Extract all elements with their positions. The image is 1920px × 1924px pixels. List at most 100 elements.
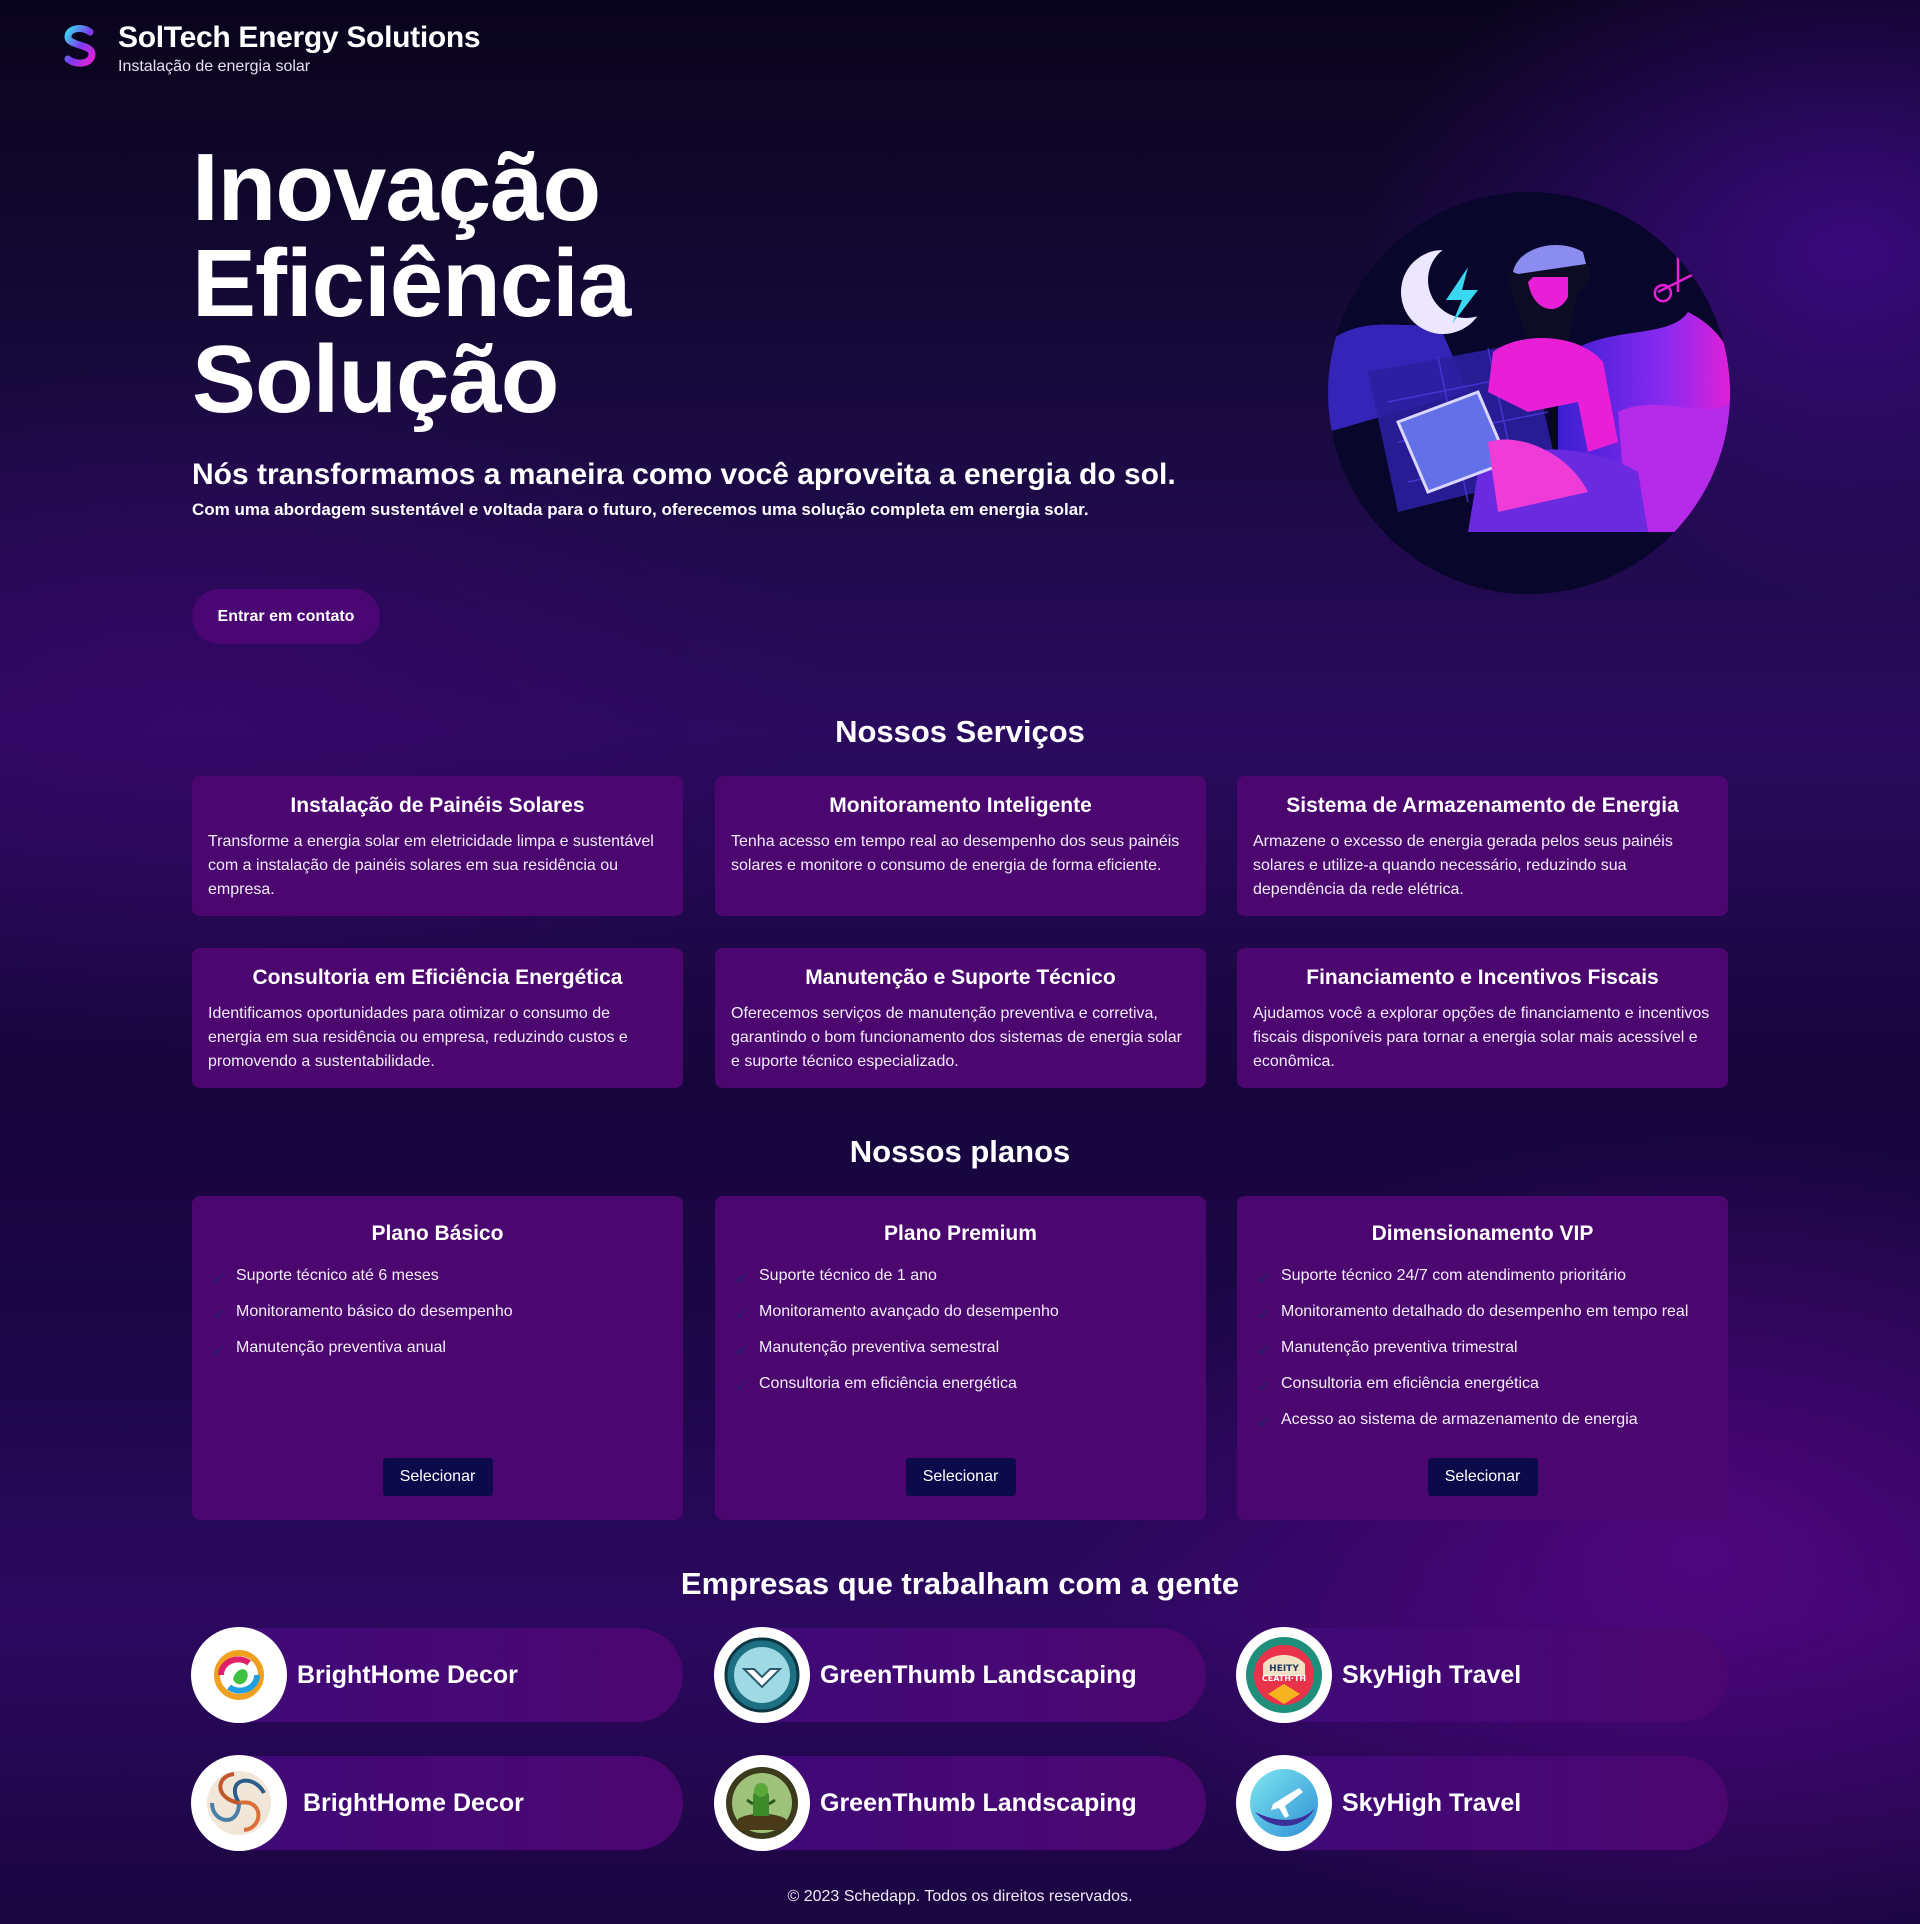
plan-card-vip: Dimensionamento VIP ✔ Suporte técnico 24/…: [1237, 1196, 1728, 1520]
check-icon: ✔: [1257, 1415, 1271, 1432]
partner-card[interactable]: BrightHome Decor: [191, 1755, 683, 1851]
brand-block: SolTech Energy Solutions Instalação de e…: [118, 20, 481, 76]
plan-feature-text: Consultoria em eficiência energética: [759, 1375, 1017, 1392]
partner-name: GreenThumb Landscaping: [820, 1660, 1137, 1689]
hero-title-line: Solução: [192, 326, 559, 433]
partner-card[interactable]: HEITY CEATH·TH SkyHigh Travel: [1236, 1627, 1728, 1723]
plan-feature: ✔ Suporte técnico de 1 ano: [735, 1264, 1186, 1292]
partner-card[interactable]: SkyHigh Travel: [1236, 1755, 1728, 1851]
plan-features: ✔ Suporte técnico 24/7 com atendimento pr…: [1257, 1264, 1708, 1436]
select-plan-button[interactable]: Selecionar: [905, 1458, 1016, 1496]
check-icon: ✔: [1257, 1271, 1271, 1288]
check-icon: ✔: [1257, 1379, 1271, 1396]
check-icon: ✔: [735, 1379, 749, 1396]
plan-feature-text: Suporte técnico 24/7 com atendimento pri…: [1281, 1267, 1627, 1284]
plan-feature-text: Suporte técnico de 1 ano: [759, 1267, 937, 1284]
plan-feature: ✔ Suporte técnico até 6 meses: [212, 1264, 663, 1292]
check-icon: ✔: [1257, 1343, 1271, 1360]
contact-button[interactable]: Entrar em contato: [192, 589, 380, 644]
plan-card-basic: Plano Básico ✔ Suporte técnico até 6 mese…: [192, 1196, 683, 1520]
service-text: Oferecemos serviços de manutenção preven…: [731, 1005, 1182, 1070]
partner-name: BrightHome Decor: [303, 1788, 524, 1817]
swirl-leaf-logo-icon: [191, 1627, 287, 1723]
partner-name: GreenThumb Landscaping: [820, 1788, 1137, 1817]
partner-card[interactable]: GreenThumb Landscaping: [714, 1755, 1206, 1851]
services-title: Nossos Serviços: [835, 714, 1085, 749]
service-title: Consultoria em Eficiência Energética: [252, 966, 623, 989]
partner-name: BrightHome Decor: [297, 1660, 518, 1689]
hero-description: Com uma abordagem sustentável e voltada …: [192, 500, 1089, 519]
plan-feature: ✔ Monitoramento básico do desempenho: [212, 1300, 663, 1328]
footer-copyright: © 2023 Schedapp. Todos os direitos reser…: [787, 1888, 1133, 1905]
plan-title: Plano Premium: [884, 1222, 1037, 1245]
plan-feature-text: Monitoramento avançado do desempenho: [759, 1303, 1059, 1320]
plans-title: Nossos planos: [849, 1134, 1071, 1169]
service-text: Identificamos oportunidades para otimiza…: [208, 1005, 628, 1070]
partner-card[interactable]: GreenThumb Landscaping: [714, 1627, 1206, 1723]
check-icon: ✔: [212, 1343, 226, 1360]
service-card: Manutenção e Suporte Técnico Oferecemos …: [715, 948, 1206, 1088]
plant-figure-logo-icon: [714, 1755, 810, 1851]
service-text: Transforme a energia solar em eletricida…: [208, 833, 654, 898]
service-title: Instalação de Painéis Solares: [290, 794, 585, 817]
check-icon: ✔: [735, 1307, 749, 1324]
service-text: Tenha acesso em tempo real ao desempenho…: [731, 833, 1180, 874]
healthy-badge-logo-icon: HEITY CEATH·TH: [1236, 1627, 1332, 1723]
check-icon: ✔: [735, 1343, 749, 1360]
brand-logo-icon[interactable]: [60, 24, 100, 68]
svg-text:CEATH·TH: CEATH·TH: [1262, 1674, 1306, 1683]
service-card: Sistema de Armazenamento de Energia Arma…: [1237, 776, 1728, 916]
plan-features: ✔ Suporte técnico de 1 ano ✔ Monitoramento…: [735, 1264, 1186, 1400]
plan-feature: ✔ Suporte técnico 24/7 com atendimento pr…: [1257, 1264, 1708, 1292]
plan-feature-text: Acesso ao sistema de armazenamento de en…: [1281, 1411, 1638, 1428]
plan-feature-text: Manutenção preventiva semestral: [759, 1339, 1000, 1356]
plan-feature: ✔ Consultoria em eficiência energética: [735, 1372, 1186, 1400]
service-card: Monitoramento Inteligente Tenha acesso e…: [715, 776, 1206, 916]
service-title: Monitoramento Inteligente: [829, 794, 1092, 817]
plan-feature-text: Manutenção preventiva trimestral: [1281, 1339, 1518, 1356]
hero-lead: Nós transformamos a maneira como você ap…: [192, 458, 1176, 491]
hero-title: Inovação Eficiência Solução: [192, 134, 631, 433]
plan-feature-text: Monitoramento detalhado do desempenho em…: [1281, 1303, 1689, 1320]
brand-tagline: Instalação de energia solar: [118, 58, 311, 75]
service-text: Armazene o excesso de energia gerada pel…: [1253, 833, 1673, 898]
plan-feature: ✔ Manutenção preventiva semestral: [735, 1336, 1186, 1364]
service-text: Ajudamos você a explorar opções de finan…: [1253, 1005, 1710, 1070]
plan-feature-text: Monitoramento básico do desempenho: [236, 1303, 513, 1320]
airplane-logo-icon: [1236, 1755, 1332, 1851]
plan-feature-text: Manutenção preventiva anual: [236, 1339, 446, 1356]
partners-title: Empresas que trabalham com a gente: [680, 1566, 1240, 1601]
partner-name: SkyHigh Travel: [1342, 1788, 1522, 1817]
plan-feature-text: Consultoria em eficiência energética: [1281, 1375, 1539, 1392]
plan-feature: ✔ Manutenção preventiva trimestral: [1257, 1336, 1708, 1364]
plan-feature: ✔ Manutenção preventiva anual: [212, 1336, 663, 1364]
service-title: Financiamento e Incentivos Fiscais: [1306, 966, 1659, 989]
plan-card-premium: Plano Premium ✔ Suporte técnico de 1 ano …: [715, 1196, 1206, 1520]
check-icon: ✔: [212, 1307, 226, 1324]
service-card: Financiamento e Incentivos Fiscais Ajuda…: [1237, 948, 1728, 1088]
plan-features: ✔ Suporte técnico até 6 meses ✔ Monitorame…: [212, 1264, 663, 1364]
select-plan-button[interactable]: Selecionar: [1427, 1458, 1538, 1496]
plan-feature: ✔ Acesso ao sistema de armazenamento de e…: [1257, 1408, 1708, 1436]
svg-text:HEITY: HEITY: [1269, 1664, 1299, 1674]
partner-name: SkyHigh Travel: [1342, 1660, 1522, 1689]
service-title: Manutenção e Suporte Técnico: [805, 966, 1116, 989]
service-card: Consultoria em Eficiência Energética Ide…: [192, 948, 683, 1088]
hero-title-line: Inovação: [192, 134, 601, 241]
plan-title: Dimensionamento VIP: [1371, 1222, 1594, 1245]
service-title: Sistema de Armazenamento de Energia: [1286, 794, 1679, 817]
site-header: SolTech Energy Solutions Instalação de e…: [60, 20, 481, 76]
check-icon: ✔: [1257, 1307, 1271, 1324]
plan-feature-text: Suporte técnico até 6 meses: [236, 1267, 439, 1284]
plan-feature: ✔ Monitoramento detalhado do desempenho e…: [1257, 1300, 1708, 1328]
brand-title[interactable]: SolTech Energy Solutions: [118, 20, 481, 56]
glass-emblem-logo-icon: [714, 1627, 810, 1723]
hero-title-line: Eficiência: [192, 230, 631, 337]
partner-card[interactable]: BrightHome Decor: [191, 1627, 683, 1723]
select-plan-button[interactable]: Selecionar: [382, 1458, 493, 1496]
fan-swirl-logo-icon: [191, 1755, 287, 1851]
plan-title: Plano Básico: [371, 1222, 504, 1245]
service-card: Instalação de Painéis Solares Transforme…: [192, 776, 683, 916]
check-icon: ✔: [212, 1271, 226, 1288]
plan-feature: ✔ Consultoria em eficiência energética: [1257, 1372, 1708, 1400]
